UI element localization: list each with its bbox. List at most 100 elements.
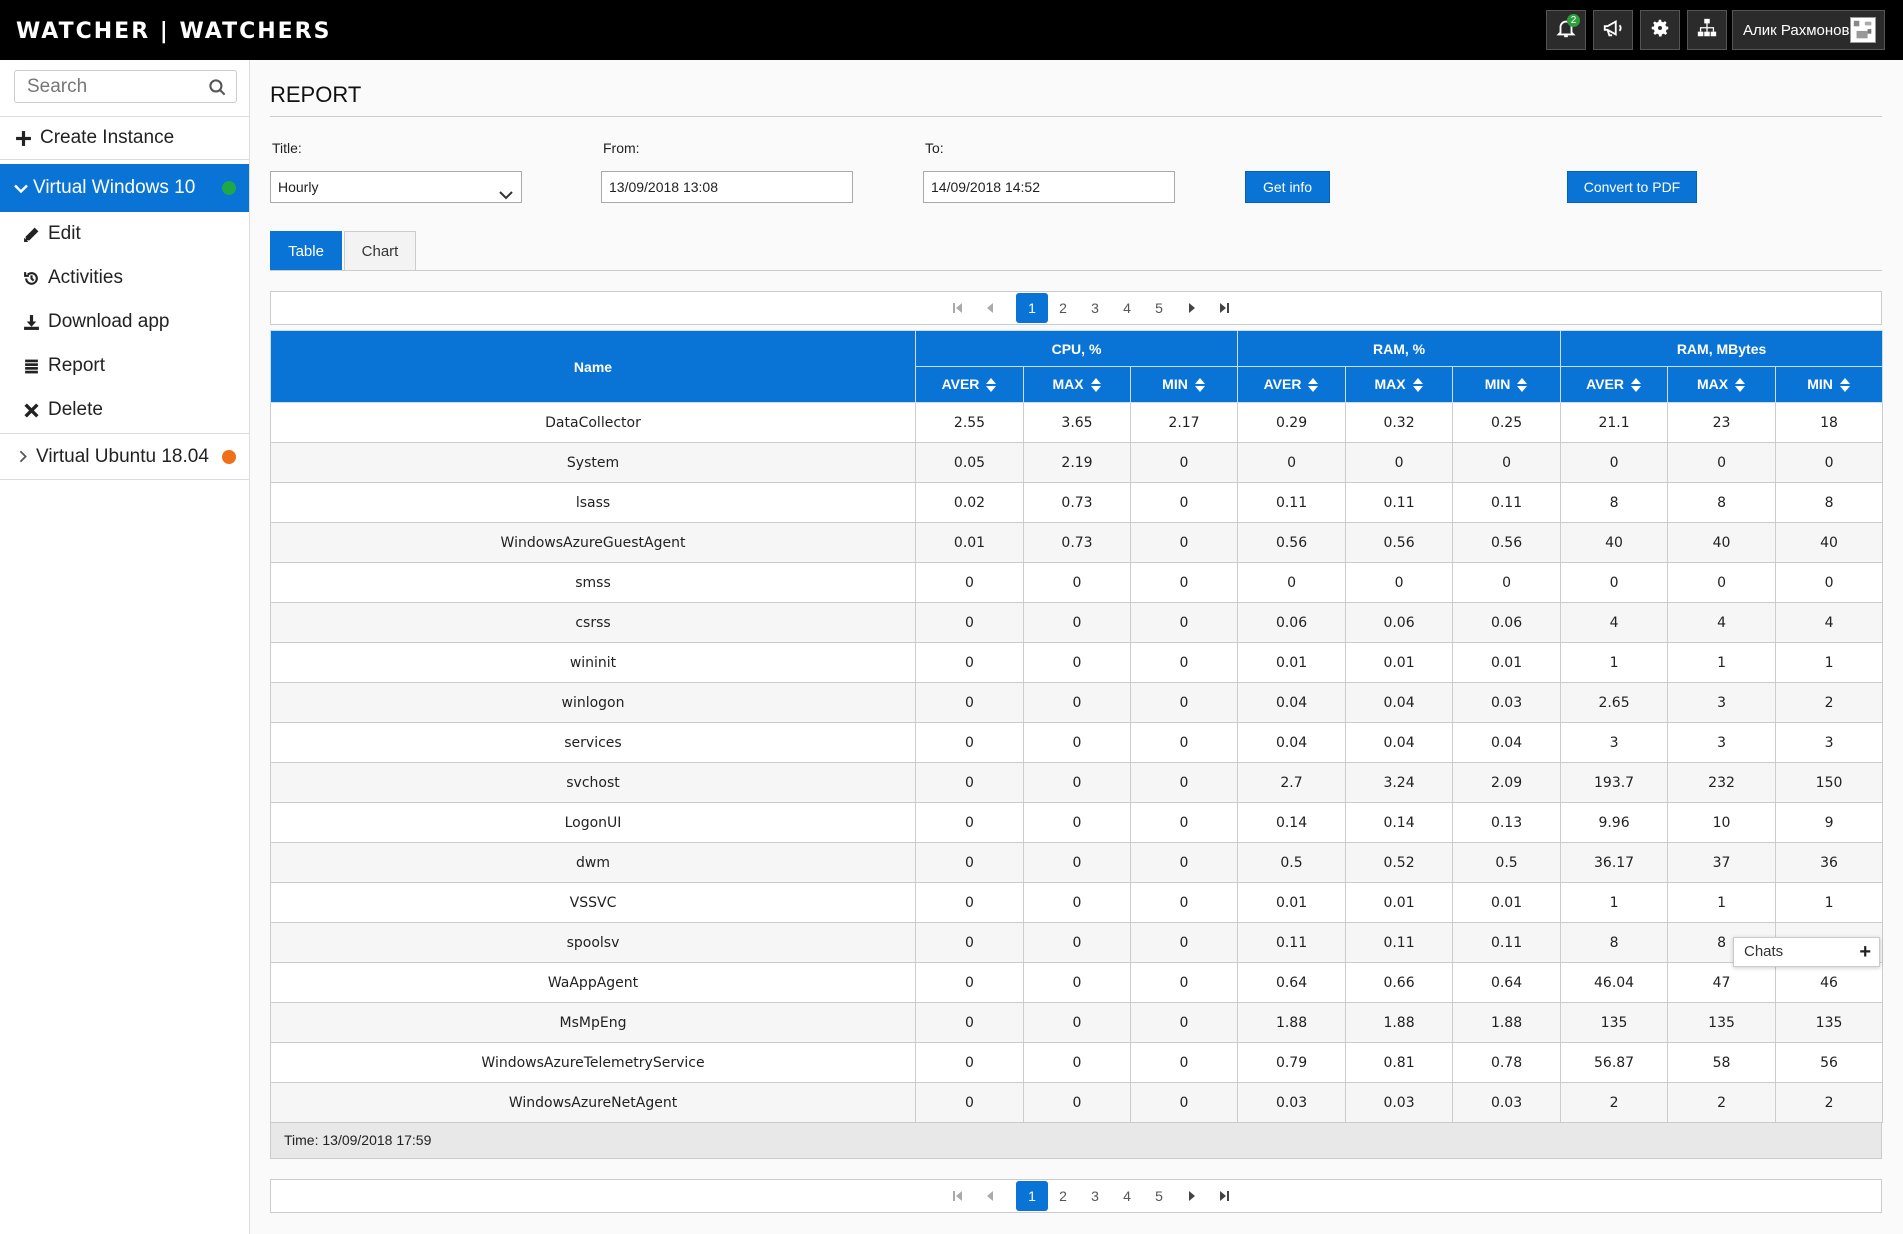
page-2-button[interactable]: 2 <box>1047 1181 1079 1211</box>
col-header-ram-mbytes-max[interactable]: MAX <box>1667 366 1777 403</box>
page-5-button[interactable]: 5 <box>1143 1181 1175 1211</box>
from-date-input[interactable]: 13/09/2018 13:08 <box>601 171 853 203</box>
page-3-button[interactable]: 3 <box>1079 293 1111 323</box>
get-info-button[interactable]: Get info <box>1245 171 1330 203</box>
plus-icon[interactable]: + <box>1859 938 1871 966</box>
sort-icon[interactable] <box>1090 377 1102 393</box>
submenu-label: Delete <box>48 399 103 420</box>
gear-icon <box>1649 17 1671 44</box>
chats-label: Chats <box>1744 943 1784 960</box>
metric-cell: 3 <box>1667 722 1777 763</box>
sort-icon[interactable] <box>1412 377 1424 393</box>
tab-table[interactable]: Table <box>270 231 342 271</box>
col-header-ram-mbytes-min[interactable]: MIN <box>1775 366 1884 403</box>
metric-cell: 9.96 <box>1560 802 1669 843</box>
submenu-download-app[interactable]: Download app <box>14 300 249 344</box>
next-page-icon[interactable] <box>1176 1181 1208 1211</box>
convert-to-pdf-button[interactable]: Convert to PDF <box>1567 171 1697 203</box>
chevron-down-icon <box>13 180 29 197</box>
notifications-button[interactable]: 2 <box>1546 10 1586 50</box>
process-name-cell: System <box>270 442 916 483</box>
metric-cell: 0 <box>915 1082 1024 1123</box>
submenu-edit[interactable]: Edit <box>14 212 249 256</box>
col-header-ram-percent-max[interactable]: MAX <box>1345 366 1454 403</box>
page-5-button[interactable]: 5 <box>1143 293 1175 323</box>
page-4-button[interactable]: 4 <box>1111 1181 1143 1211</box>
page-1-button[interactable]: 1 <box>1016 293 1048 323</box>
sort-icon[interactable] <box>1734 377 1746 393</box>
metric-cell: 0.11 <box>1345 922 1454 963</box>
megaphone-icon <box>1602 17 1624 44</box>
col-header-cpu-aver[interactable]: AVER <box>915 366 1024 403</box>
metric-cell: 0.32 <box>1345 402 1454 443</box>
brand-logo[interactable]: WATCHER | WATCHERS <box>16 19 331 44</box>
create-instance-button[interactable]: Create Instance <box>0 116 249 160</box>
metric-cell: 0 <box>915 762 1024 803</box>
prev-page-icon[interactable] <box>974 1181 1006 1211</box>
metric-cell: 0 <box>1129 562 1239 603</box>
col-header-ram-mbytes-aver[interactable]: AVER <box>1560 366 1669 403</box>
col-header-ram-percent-min[interactable]: MIN <box>1452 366 1562 403</box>
metric-cell: 150 <box>1775 762 1884 803</box>
submenu-label: Edit <box>48 223 81 244</box>
metric-cell: 0 <box>1129 922 1239 963</box>
table-row: wininit 0 0 0 0.01 0.01 0.01 1 1 1 <box>270 642 1884 683</box>
submenu-report[interactable]: Report <box>14 344 249 388</box>
sort-icon[interactable] <box>1307 377 1319 393</box>
page-1-button[interactable]: 1 <box>1016 1181 1048 1211</box>
table-row: smss 0 0 0 0 0 0 0 0 0 <box>270 562 1884 603</box>
submenu-delete[interactable]: Delete <box>14 388 249 432</box>
col-group-ram-percent: RAM, % <box>1237 330 1562 367</box>
metric-cell: 0.04 <box>1345 722 1454 763</box>
title-select[interactable]: Hourly <box>270 171 522 203</box>
metric-cell: 56 <box>1775 1042 1884 1083</box>
col-header-label: AVER <box>1263 375 1302 392</box>
metric-cell: 0.03 <box>1345 1082 1454 1123</box>
sitemap-button[interactable] <box>1687 10 1727 50</box>
submenu-activities[interactable]: Activities <box>14 256 249 300</box>
metric-cell: 0.02 <box>915 482 1024 523</box>
col-header-ram-percent-aver[interactable]: AVER <box>1237 366 1347 403</box>
chats-widget[interactable]: Chats + <box>1733 937 1880 967</box>
sort-icon[interactable] <box>985 377 997 393</box>
metric-cell: 46.04 <box>1560 962 1669 1003</box>
submenu-label: Report <box>48 355 106 376</box>
metric-cell: 0 <box>1129 722 1239 763</box>
sitemap-icon <box>1696 17 1718 44</box>
next-page-icon[interactable] <box>1176 293 1208 323</box>
metric-cell: 1 <box>1667 882 1777 923</box>
to-date-input[interactable]: 14/09/2018 14:52 <box>923 171 1175 203</box>
page-3-button[interactable]: 3 <box>1079 1181 1111 1211</box>
close-icon <box>20 402 42 419</box>
metric-cell: 0 <box>1023 722 1131 763</box>
sidebar-item-virtual-ubuntu[interactable]: Virtual Ubuntu 18.04 <box>0 434 249 480</box>
tab-chart[interactable]: Chart <box>344 231 416 271</box>
metric-cell: 0 <box>915 922 1024 963</box>
last-page-icon[interactable] <box>1208 293 1240 323</box>
col-header-cpu-max[interactable]: MAX <box>1023 366 1131 403</box>
first-page-icon[interactable] <box>942 1181 974 1211</box>
process-name-cell: smss <box>270 562 916 603</box>
last-page-icon[interactable] <box>1208 1181 1240 1211</box>
col-header-cpu-min[interactable]: MIN <box>1129 366 1239 403</box>
prev-page-icon[interactable] <box>974 293 1006 323</box>
sort-icon[interactable] <box>1194 377 1206 393</box>
settings-button[interactable] <box>1640 10 1680 50</box>
sort-icon[interactable] <box>1630 377 1642 393</box>
sort-icon[interactable] <box>1839 377 1851 393</box>
search-input[interactable]: Search <box>14 70 237 103</box>
sort-icon[interactable] <box>1516 377 1528 393</box>
metric-cell: 135 <box>1775 1002 1884 1043</box>
metric-cell: 0.64 <box>1452 962 1562 1003</box>
page-2-button[interactable]: 2 <box>1047 293 1079 323</box>
announcements-button[interactable] <box>1593 10 1633 50</box>
metric-cell: 3 <box>1775 722 1884 763</box>
metric-cell: 0.06 <box>1452 602 1562 643</box>
col-header-name[interactable]: Name <box>270 330 916 403</box>
metric-cell: 0 <box>1129 1082 1239 1123</box>
page-4-button[interactable]: 4 <box>1111 293 1143 323</box>
first-page-icon[interactable] <box>942 293 974 323</box>
user-menu-button[interactable]: Алик Рахмонов <box>1732 10 1885 50</box>
sidebar-item-virtual-windows-10[interactable]: Virtual Windows 10 <box>0 164 249 212</box>
process-name-cell: winlogon <box>270 682 916 723</box>
